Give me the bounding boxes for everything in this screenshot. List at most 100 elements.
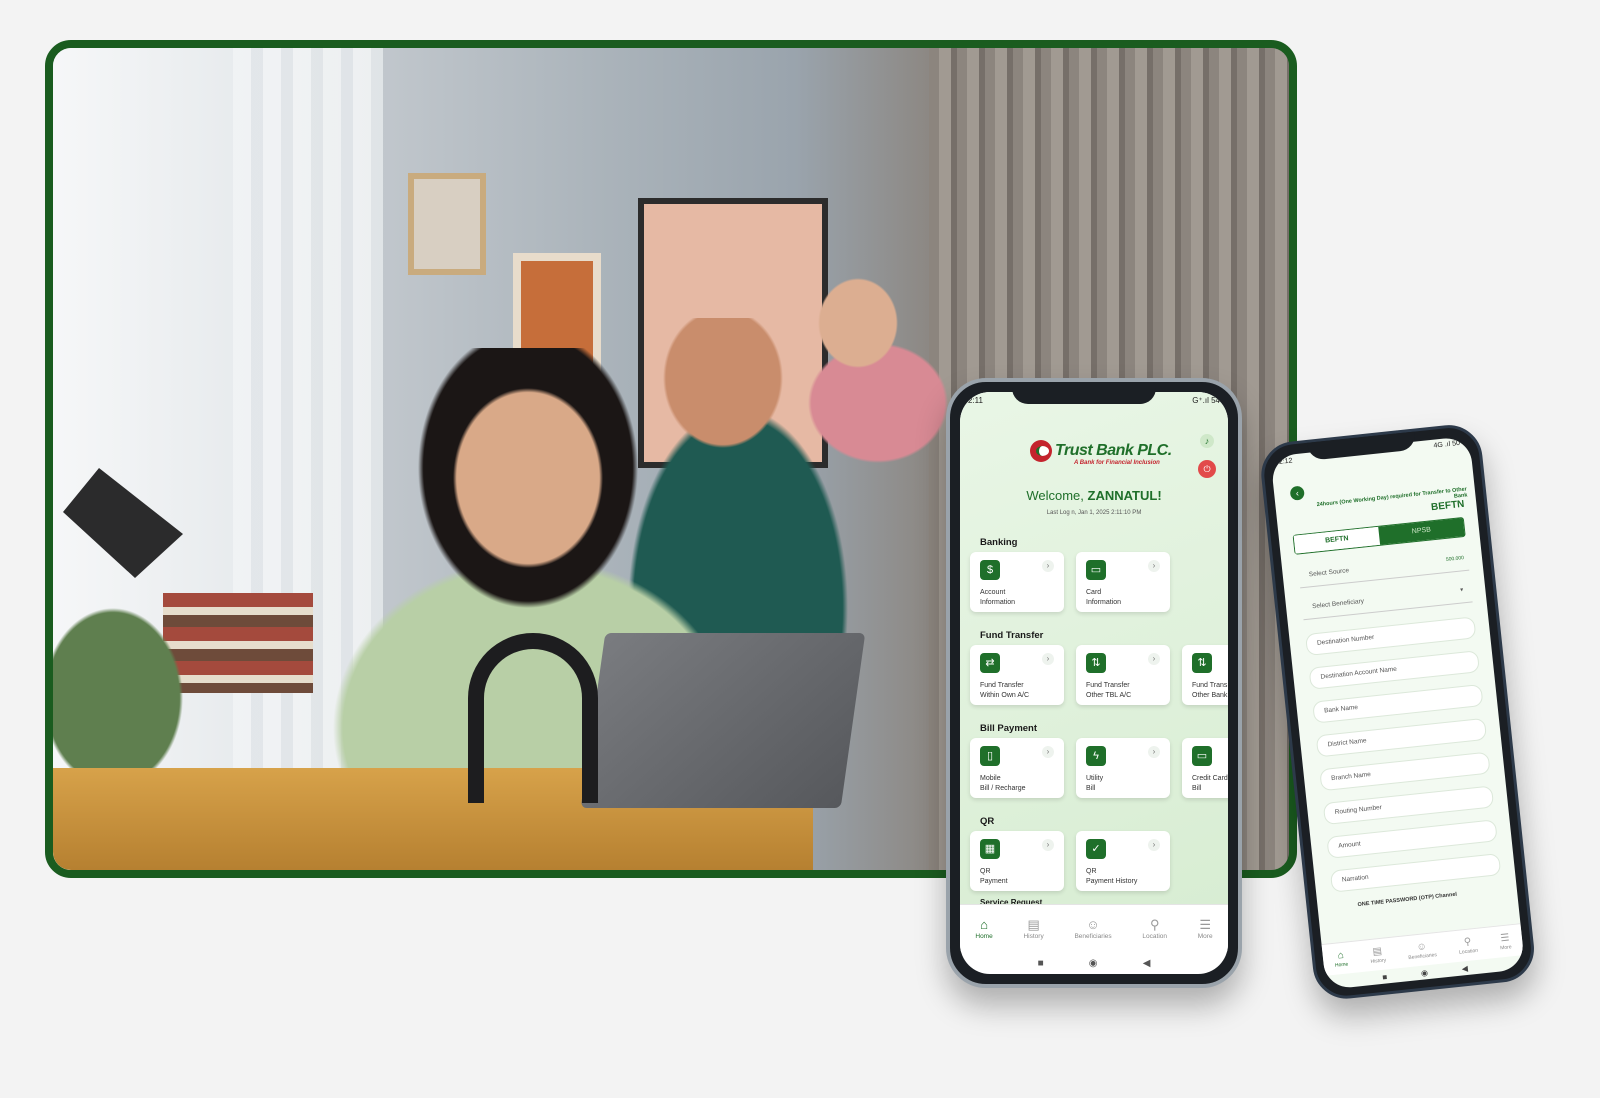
destination-account-name-field[interactable]: Destination Account Name [1308,650,1480,690]
segment-npsb[interactable]: NPSB [1378,517,1465,545]
tab-more[interactable]: ☰ More [1499,932,1512,951]
people-icon: ☺ [1086,917,1100,932]
location-pin-icon: ⚲ [1149,917,1160,932]
tab-home[interactable]: ⌂ Home [975,917,992,940]
tab-location[interactable]: ⚲ Location [1458,935,1479,956]
tab-location[interactable]: ⚲ Location [1142,917,1167,940]
card-fund-transfer-own[interactable]: ⇄ › Fund Transfer Within Own A/C [970,645,1064,705]
card-qr-history[interactable]: ✓ › QR Payment History [1076,831,1170,891]
chevron-right-icon: › [1148,839,1160,851]
wall-frame-small [408,173,486,275]
qr-code-icon: ▦ [980,839,1000,859]
tab-label: Beneficiaries [1074,933,1112,940]
status-time: 2:11 [968,396,983,405]
card-label: Utility Bill [1086,775,1104,792]
card-label: Fund Transfer Other TBL A/C [1086,682,1132,699]
phone-beftn-mockup: 2:12 4G .ıl 50 ‹ 24hours (One Working Da… [1258,421,1538,1002]
section-fund-transfer: Fund Transfer [980,630,1044,641]
tab-label: More [1197,933,1213,940]
back-icon[interactable]: ◀ [1143,958,1151,969]
recents-icon[interactable]: ■ [1038,958,1044,969]
home-button-icon[interactable]: ◉ [1089,958,1098,969]
qr-history-icon: ✓ [1086,839,1106,859]
tab-label: More [1499,943,1512,951]
card-card-information[interactable]: ▭ › Card Information [1076,552,1170,612]
section-banking: Banking [980,537,1018,548]
bottom-tab-bar: ⌂ Home ▤ History ☺ Beneficiaries ⚲ Location … [960,904,1228,952]
card-label: Fund Transfer Within Own A/C [980,682,1030,699]
phone-home-mockup: 2:11 G⁺.ıl 54 Trust Bank PLC. A Bank for… [946,378,1242,988]
transfer-arrows-icon: ⇄ [980,653,1000,673]
chevron-right-icon: › [1148,560,1160,572]
credit-card-icon: ▭ [1192,746,1212,766]
card-label: Mobile Bill / Recharge [980,775,1026,792]
bell-icon[interactable]: ♪ [1200,434,1214,448]
card-fund-transfer-other-bank[interactable]: ⇅ Fund Trans Other Bank [1182,645,1228,705]
credit-card-icon: ▭ [1086,560,1106,580]
chevron-right-icon: › [1042,560,1054,572]
district-name-field[interactable]: District Name [1315,717,1488,758]
tab-more[interactable]: ☰ More [1198,917,1213,940]
select-beneficiary-label: Select Beneficiary [1311,597,1365,611]
status-icons: 4G .ıl 50 [1433,439,1461,450]
menu-icon: ☰ [1199,917,1211,932]
money-bag-icon: $ [980,560,1000,580]
status-icons: G⁺.ıl 54 [1192,396,1220,405]
promo-stage: 2:11 G⁺.ıl 54 Trust Bank PLC. A Bank for… [0,0,1600,1098]
tab-label: Location [1458,947,1479,956]
child-figure [788,263,958,463]
android-nav-bar: ■ ◉ ◀ [960,952,1228,974]
bank-name-field[interactable]: Bank Name [1312,683,1484,724]
tab-history[interactable]: ▤ History [1023,917,1043,940]
card-utility-bill[interactable]: ϟ › Utility Bill [1076,738,1170,798]
home-button-icon[interactable]: ◉ [1420,968,1428,978]
utility-icon: ϟ [1086,746,1106,766]
branch-name-field[interactable]: Branch Name [1319,751,1491,792]
select-beneficiary-dropdown[interactable]: Select Beneficiary ▾ [1301,580,1473,621]
home-icon: ⌂ [1337,949,1345,961]
card-credit-card-bill[interactable]: ▭ Credit Card Bill [1182,738,1228,798]
card-qr-payment[interactable]: ▦ › QR Payment [970,831,1064,891]
welcome-name: ZANNATUL! [1087,488,1162,503]
card-label: Card Information [1086,589,1122,606]
location-pin-icon: ⚲ [1463,935,1472,948]
menu-icon: ☰ [1499,931,1510,944]
phone-beftn-screen: 2:12 4G .ıl 50 ‹ 24hours (One Working Da… [1270,435,1526,990]
back-arrow-icon[interactable]: ‹ [1289,485,1305,501]
chevron-right-icon: › [1042,839,1054,851]
bank-tagline: A Bank for Financial Inclusion [1074,460,1160,466]
tab-label: Home [1334,960,1349,969]
section-bill-payment: Bill Payment [980,723,1038,734]
card-label: QR Payment [980,868,1008,885]
tab-label: History [1370,956,1387,965]
mobile-icon: ▯ [980,746,1000,766]
chevron-right-icon: › [1042,746,1054,758]
tab-label: History [1023,933,1044,940]
card-fund-transfer-tbl[interactable]: ⇅ › Fund Transfer Other TBL A/C [1076,645,1170,705]
tab-label: Home [975,933,993,940]
amount-field[interactable]: Amount [1326,819,1498,859]
tab-beneficiaries[interactable]: ☺ Beneficiaries [1074,917,1111,940]
bank-transfer-icon: ⇅ [1086,653,1106,673]
bank-name: Trust Bank PLC. [1055,442,1172,459]
welcome-prefix: Welcome, [1026,488,1084,503]
card-mobile-bill[interactable]: ▯ › Mobile Bill / Recharge [970,738,1064,798]
tab-home[interactable]: ⌂ Home [1333,949,1349,969]
tab-history[interactable]: ▤ History [1369,945,1387,965]
history-icon: ▤ [1027,917,1040,932]
card-account-information[interactable]: $ › Account Information [970,552,1064,612]
narration-field[interactable]: Narration [1329,853,1502,893]
status-time: 2:12 [1278,457,1293,466]
segment-beftn[interactable]: BEFTN [1293,526,1381,554]
card-label: QR Payment History [1086,868,1138,885]
phone-notch [1012,382,1156,404]
card-label: Fund Trans Other Bank [1192,682,1228,699]
select-source-label: Select Source [1308,567,1350,579]
recents-icon[interactable]: ■ [1382,972,1388,981]
tab-beneficiaries[interactable]: ☺ Beneficiaries [1407,940,1437,961]
logout-icon[interactable]: ⏻ [1198,460,1216,478]
source-balance: 500.000 [1445,555,1465,563]
destination-number-field[interactable]: Destination Number [1305,616,1477,656]
routing-number-field[interactable]: Routing Number [1322,785,1495,826]
back-icon[interactable]: ◀ [1461,963,1468,973]
